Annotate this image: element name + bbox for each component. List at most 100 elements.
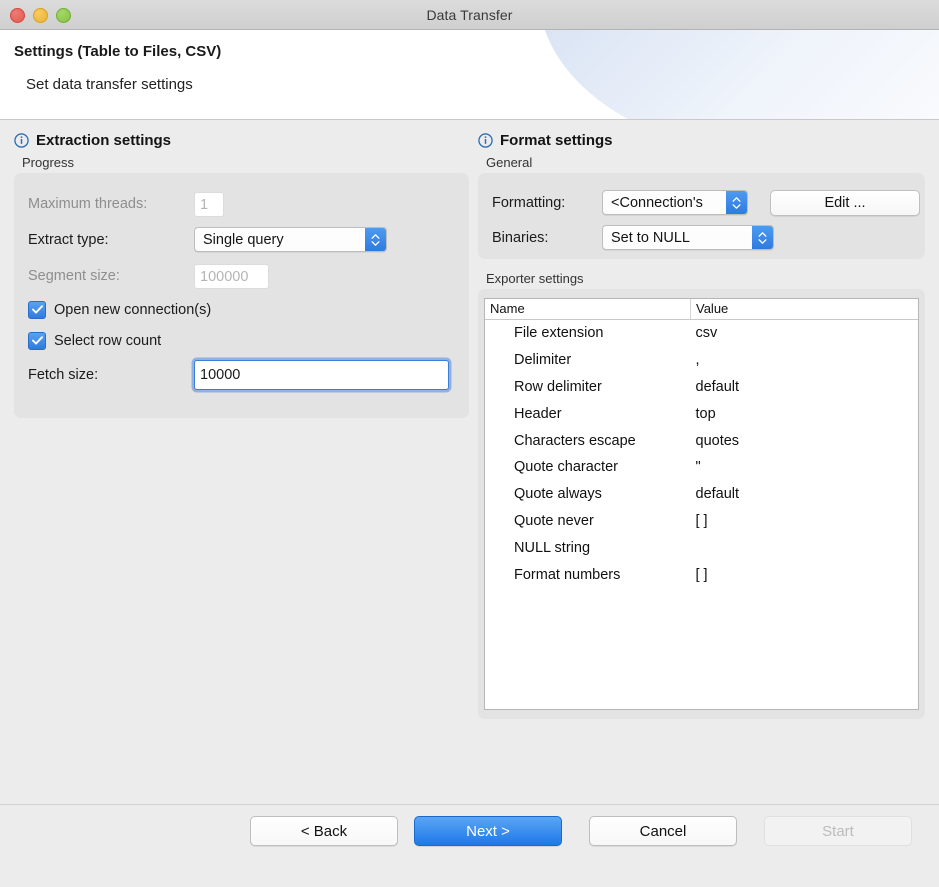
table-cell-name: Delimiter	[514, 352, 572, 369]
open-new-connections-label: Open new connection(s)	[54, 301, 212, 318]
maximize-light-icon[interactable]	[56, 8, 71, 23]
table-row[interactable]: Format numbers [ ]	[485, 561, 918, 588]
table-row[interactable]: Characters escape quotes	[485, 427, 918, 454]
minimize-light-icon[interactable]	[33, 8, 48, 23]
next-button[interactable]: Next >	[414, 816, 562, 846]
table-row[interactable]: NULL string	[485, 534, 918, 561]
table-cell-value[interactable]: [ ]	[691, 561, 919, 588]
info-icon	[14, 133, 29, 148]
table-cell-value[interactable]: quotes	[691, 427, 919, 454]
table-row[interactable]: Quote never [ ]	[485, 508, 918, 535]
column-header-value[interactable]: Value	[690, 299, 918, 320]
dialog-button-bar: < Back Next > Cancel Start	[0, 804, 939, 887]
check-icon	[31, 336, 43, 345]
table-header-row: Name Value	[485, 299, 918, 320]
exporter-settings-group: Name Value File extension csv Delimiter, Ro…	[478, 289, 925, 719]
exporter-settings-table-container[interactable]: Name Value File extension csv Delimiter, Ro…	[484, 298, 919, 710]
table-cell-name: Quote never	[514, 512, 594, 529]
select-row-count-label: Select row count	[54, 332, 162, 349]
exporter-settings-table-body: File extension csv Delimiter, Row delimiter…	[485, 320, 918, 588]
select-row-count-checkbox[interactable]	[28, 331, 46, 350]
table-cell-value[interactable]: "	[691, 454, 919, 481]
chevron-up-icon	[371, 233, 380, 239]
fetch-size-row: Fetch size: 10000	[28, 356, 469, 394]
column-header-name[interactable]: Name	[485, 299, 691, 320]
progress-group: Maximum threads: 1 Extract type: Single …	[14, 173, 469, 418]
dialog-header: Settings (Table to Files, CSV) Set data …	[0, 30, 939, 120]
select-row-count-row[interactable]: Select row count	[28, 325, 469, 356]
max-threads-label: Maximum threads:	[28, 196, 148, 212]
progress-group-label: Progress	[22, 155, 75, 170]
table-cell-value[interactable]: ,	[691, 347, 919, 374]
table-cell-name: Header	[514, 405, 562, 422]
edit-formatting-button[interactable]: Edit ...	[770, 189, 920, 216]
start-button: Start	[764, 816, 912, 846]
check-icon	[31, 305, 43, 314]
window-controls	[10, 8, 71, 23]
extract-type-row: Extract type: Single query	[28, 221, 469, 258]
formatting-value: <Connection's	[611, 194, 703, 211]
cancel-button[interactable]: Cancel	[589, 816, 737, 846]
format-settings-panel: Format settings General Formatting: <Con…	[470, 120, 939, 804]
table-row[interactable]: Header top	[485, 400, 918, 427]
table-cell-value[interactable]	[691, 534, 919, 561]
chevron-down-icon	[371, 240, 380, 246]
table-cell-name: Quote always	[514, 486, 602, 503]
table-cell-name: Format numbers	[514, 566, 621, 583]
extract-type-combo[interactable]: Single query	[194, 227, 387, 252]
table-cell-value[interactable]: default	[691, 481, 919, 508]
formatting-combo[interactable]: <Connection's	[602, 190, 748, 215]
formatting-row: Formatting: <Connection's Edit ...	[492, 184, 925, 221]
fetch-size-input[interactable]: 10000	[194, 360, 449, 390]
binaries-row: Binaries: Set to NULL	[492, 221, 925, 254]
info-icon	[478, 133, 493, 148]
segment-size-row: Segment size: 100000	[28, 258, 469, 294]
table-cell-name: File extension	[514, 325, 604, 342]
close-light-icon[interactable]	[10, 8, 25, 23]
open-new-connections-row[interactable]: Open new connection(s)	[28, 294, 469, 325]
window-title: Data Transfer	[426, 6, 513, 23]
exporter-settings-table: Name Value File extension csv Delimiter, Ro…	[485, 299, 918, 588]
fetch-size-label: Fetch size:	[28, 367, 99, 383]
table-row[interactable]: File extension csv	[485, 320, 918, 347]
binaries-label: Binaries:	[492, 229, 549, 246]
table-row[interactable]: Delimiter,	[485, 347, 918, 374]
page-subtitle: Set data transfer settings	[26, 76, 193, 93]
open-new-connections-checkbox[interactable]	[28, 300, 46, 319]
header-decoration	[539, 30, 939, 119]
general-group-label: General	[486, 155, 533, 170]
max-threads-row: Maximum threads: 1	[28, 187, 469, 221]
chevron-up-icon	[758, 231, 767, 237]
back-button[interactable]: < Back	[250, 816, 398, 846]
table-row[interactable]: Quote character "	[485, 454, 918, 481]
table-cell-value[interactable]: top	[691, 400, 919, 427]
binaries-stepper[interactable]	[752, 226, 773, 249]
dialog-content: Extraction settings Progress Maximum thr…	[0, 120, 939, 804]
binaries-combo[interactable]: Set to NULL	[602, 225, 774, 250]
binaries-value: Set to NULL	[611, 229, 690, 246]
exporter-settings-label: Exporter settings	[486, 271, 584, 286]
page-title: Settings (Table to Files, CSV)	[14, 43, 222, 60]
chevron-down-icon	[732, 203, 741, 209]
table-cell-value[interactable]: [ ]	[691, 508, 919, 535]
table-row[interactable]: Quote always default	[485, 481, 918, 508]
format-settings-heading: Format settings	[478, 132, 925, 149]
table-cell-value[interactable]: default	[691, 374, 919, 401]
table-cell-value[interactable]: csv	[691, 320, 919, 347]
chevron-down-icon	[758, 238, 767, 244]
formatting-stepper[interactable]	[726, 191, 747, 214]
extraction-settings-title: Extraction settings	[36, 132, 172, 149]
max-threads-input: 1	[194, 191, 224, 217]
extract-type-value: Single query	[203, 231, 284, 248]
extraction-settings-heading: Extraction settings	[14, 132, 456, 149]
table-cell-name: Quote character	[514, 459, 618, 476]
general-group: Formatting: <Connection's Edit ... Binar…	[478, 173, 925, 259]
segment-size-label: Segment size:	[28, 268, 120, 284]
table-row[interactable]: Row delimiter default	[485, 374, 918, 401]
window-titlebar: Data Transfer	[0, 0, 939, 30]
table-cell-name: Characters escape	[514, 432, 636, 449]
extraction-settings-panel: Extraction settings Progress Maximum thr…	[0, 120, 470, 804]
extract-type-stepper[interactable]	[365, 228, 386, 251]
table-cell-name: Row delimiter	[514, 378, 602, 395]
segment-size-input: 100000	[194, 263, 269, 289]
